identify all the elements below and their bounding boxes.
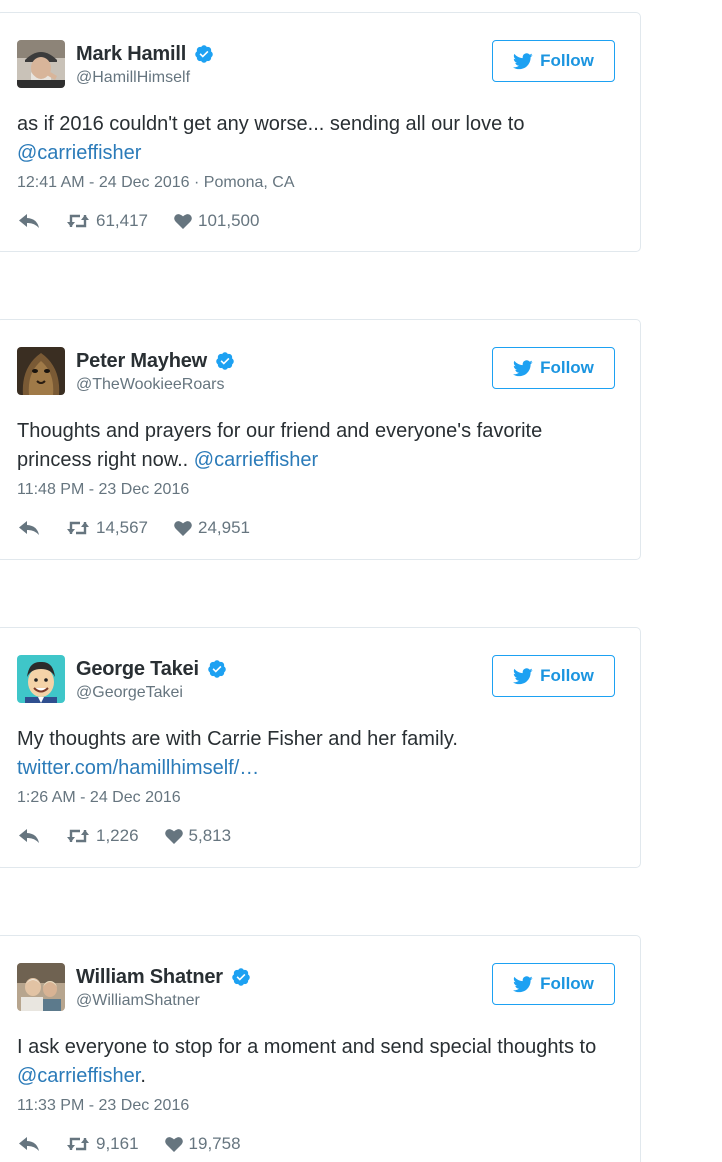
tweet-timestamp[interactable]: 11:33 PM - 23 Dec 2016 (17, 1097, 189, 1115)
tweet-text: as if 2016 couldn't get any worse... sen… (17, 110, 617, 168)
tweet-text: My thoughts are with Carrie Fisher and h… (17, 725, 617, 783)
retweet-icon (67, 521, 89, 535)
display-name[interactable]: William Shatner (76, 966, 223, 989)
verified-badge-icon (208, 660, 226, 678)
user-handle[interactable]: @HamillHimself (76, 69, 190, 87)
tweet-text: Thoughts and prayers for our friend and … (17, 417, 617, 475)
tweet-timestamp[interactable]: 11:48 PM - 23 Dec 2016 (17, 481, 189, 499)
like-button[interactable]: 5,813 (164, 826, 232, 846)
reply-button[interactable] (18, 1136, 40, 1152)
retweet-count: 1,226 (96, 826, 139, 845)
display-name[interactable]: Peter Mayhew (76, 350, 207, 373)
tweet-card-mark-hamill: Mark Hamill @HamillHimself Follow as if … (0, 12, 641, 252)
tweet-text-tail: . (140, 1065, 146, 1087)
retweet-icon (67, 1137, 89, 1151)
mention-link[interactable]: @carrieffisher (17, 142, 141, 164)
follow-label: Follow (540, 358, 594, 377)
retweet-button[interactable]: 9,161 (66, 1134, 139, 1154)
reply-icon (19, 829, 39, 843)
tweet-card-george-takei: George Takei @GeorgeTakei Follow My thou… (0, 627, 641, 868)
mention-link[interactable]: @carrieffisher (17, 1065, 140, 1087)
follow-button[interactable]: Follow (492, 40, 615, 82)
tweet-actions: 1,226 5,813 (18, 826, 231, 846)
retweet-count: 61,417 (96, 211, 148, 230)
like-count: 101,500 (198, 211, 260, 230)
follow-button[interactable]: Follow (492, 655, 615, 697)
heart-icon (174, 521, 192, 536)
tweet-timestamp[interactable]: 12:41 AM - 24 Dec 2016 · Pomona, CA (17, 174, 294, 192)
like-button[interactable]: 19,758 (164, 1134, 241, 1154)
tweet-text-body: as if 2016 couldn't get any worse... sen… (17, 113, 525, 135)
avatar[interactable] (17, 655, 65, 703)
retweet-count: 14,567 (96, 518, 148, 537)
follow-label: Follow (540, 974, 594, 993)
tweet-text: I ask everyone to stop for a moment and … (17, 1033, 617, 1091)
user-handle[interactable]: @TheWookieeRoars (76, 376, 224, 394)
like-count: 5,813 (188, 826, 232, 845)
retweet-count: 9,161 (96, 1134, 139, 1153)
twitter-bird-icon (513, 667, 533, 684)
twitter-bird-icon (513, 52, 533, 69)
like-count: 24,951 (198, 518, 250, 537)
verified-badge-icon (216, 352, 234, 370)
reply-icon (19, 214, 39, 228)
tweet-actions: 9,161 19,758 (18, 1134, 241, 1154)
retweet-icon (67, 829, 89, 843)
display-name[interactable]: George Takei (76, 658, 199, 681)
reply-button[interactable] (18, 828, 40, 844)
avatar[interactable] (17, 40, 65, 88)
like-button[interactable]: 101,500 (174, 211, 259, 231)
display-name[interactable]: Mark Hamill (76, 43, 186, 66)
tweet-timestamp[interactable]: 1:26 AM - 24 Dec 2016 (17, 789, 181, 807)
heart-icon (164, 829, 183, 844)
verified-badge-icon (195, 45, 213, 63)
verified-badge-icon (232, 968, 250, 986)
avatar[interactable] (17, 963, 65, 1011)
like-button[interactable]: 24,951 (174, 518, 250, 538)
twitter-bird-icon (513, 359, 533, 376)
reply-button[interactable] (18, 520, 40, 536)
heart-icon (174, 214, 192, 229)
avatar[interactable] (17, 347, 65, 395)
reply-icon (19, 521, 39, 535)
like-count: 19,758 (188, 1134, 241, 1153)
follow-button[interactable]: Follow (492, 963, 615, 1005)
reply-icon (19, 1137, 39, 1151)
user-handle[interactable]: @WilliamShatner (76, 992, 200, 1010)
heart-icon (164, 1137, 183, 1152)
tweet-actions: 14,567 24,951 (18, 518, 250, 538)
tweet-text-body: My thoughts are with Carrie Fisher and h… (17, 728, 458, 750)
follow-button[interactable]: Follow (492, 347, 615, 389)
retweet-button[interactable]: 61,417 (66, 211, 148, 231)
retweet-button[interactable]: 1,226 (66, 826, 139, 846)
reply-button[interactable] (18, 213, 40, 229)
tweet-text-body: I ask everyone to stop for a moment and … (17, 1036, 597, 1058)
tweet-card-william-shatner: William Shatner @WilliamShatner Follow I… (0, 935, 641, 1162)
user-handle[interactable]: @GeorgeTakei (76, 684, 183, 702)
follow-label: Follow (540, 666, 594, 685)
tweet-card-peter-mayhew: Peter Mayhew @TheWookieeRoars Follow Tho… (0, 319, 641, 560)
mention-link[interactable]: @carrieffisher (194, 449, 318, 471)
url-link[interactable]: twitter.com/hamillhimself/… (17, 757, 259, 779)
twitter-bird-icon (513, 975, 533, 992)
tweet-actions: 61,417 101,500 (18, 211, 259, 231)
follow-label: Follow (540, 51, 594, 70)
retweet-icon (67, 214, 89, 228)
retweet-button[interactable]: 14,567 (66, 518, 148, 538)
